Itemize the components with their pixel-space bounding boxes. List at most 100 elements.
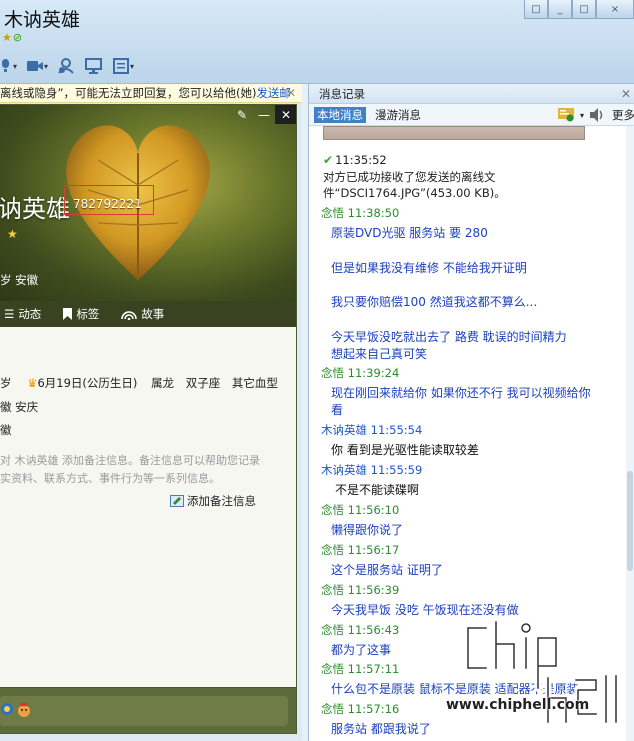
- history-scrollbar[interactable]: [626, 126, 634, 741]
- watermark-url: www.chiphell.com: [446, 697, 590, 713]
- tab-tags-label: 标签: [76, 307, 100, 321]
- message-sender: 念悟 11:56:17: [321, 543, 400, 557]
- tab-story-label: 故事: [141, 307, 165, 321]
- location: 徽 安庆: [0, 400, 39, 414]
- chat-toolbar: ▾ ▾ ▾: [0, 56, 136, 76]
- message-text: 今天我早饭 没吃 午饭现在还没有做: [331, 603, 519, 617]
- minimize-icon[interactable]: —: [253, 105, 275, 124]
- add-person-icon: [58, 58, 74, 74]
- message-sender: 念悟 11:56:10: [321, 503, 400, 517]
- speaker-icon[interactable]: [590, 108, 606, 122]
- profile-pane: 离线或隐身”，可能无法立即回复，您可以给他(她)发送邮 ✕ ✎ — ✕ 讷英雄 …: [0, 84, 302, 741]
- message-text: 这个是服务站 证明了: [331, 563, 443, 577]
- scroll-thumb[interactable]: [627, 471, 633, 571]
- more-button[interactable]: 更多: [612, 107, 634, 123]
- profile-card: ✎ — ✕ 讷英雄 782792221 ★ 岁 安徽 ☰ 动态 标签 故事 岁 …: [0, 104, 297, 734]
- document-button[interactable]: ▾: [111, 56, 136, 76]
- tab-tags[interactable]: 标签: [63, 306, 99, 322]
- chevron-down-icon[interactable]: ▾: [580, 111, 584, 120]
- maximize-button[interactable]: □: [572, 0, 596, 19]
- file-time: 11:35:52: [335, 153, 387, 167]
- add-person-button[interactable]: [56, 56, 77, 76]
- offline-notice-text: 离线或隐身”，可能无法立即回复，您可以给他(她): [0, 86, 257, 100]
- microphone-icon: [2, 59, 9, 72]
- add-note-label: 添加备注信息: [187, 494, 256, 508]
- message-text: 原装DVD光驱 服务站 要 280: [331, 226, 488, 240]
- message-sender: 念悟 11:38:50: [321, 206, 400, 220]
- qq-number[interactable]: 782792221: [64, 185, 154, 215]
- chevron-down-icon[interactable]: ▾: [130, 62, 134, 71]
- tab-local-messages[interactable]: 本地消息: [314, 107, 366, 123]
- age: 岁: [0, 376, 12, 390]
- edit-icon[interactable]: ✎: [231, 105, 253, 124]
- birthday: 6月19日(公历生日): [37, 376, 138, 390]
- document-icon: [113, 58, 130, 74]
- remote-desktop-button[interactable]: [83, 56, 105, 76]
- add-note-button[interactable]: 添加备注信息: [170, 493, 256, 509]
- star-icon: ★: [2, 31, 13, 44]
- message-sender: 木讷英雄 11:55:54: [321, 423, 423, 437]
- offline-notice: 离线或隐身”，可能无法立即回复，您可以给他(她)发送邮 ✕: [0, 84, 302, 103]
- tab-feed-label: 动态: [18, 307, 42, 321]
- history-header: 消息记录 ✕: [309, 84, 634, 104]
- footer-bar: [0, 696, 288, 726]
- message-sender: 念悟 11:56:39: [321, 583, 400, 597]
- message-text: 都为了这事: [331, 643, 392, 657]
- pet-icon[interactable]: [17, 702, 31, 718]
- card-controls: ✎ — ✕: [231, 105, 296, 124]
- check-icon: ✔: [323, 153, 334, 167]
- qq-show-icon[interactable]: [0, 702, 14, 718]
- blood-type: 其它血型: [231, 376, 278, 390]
- message-sender: 念悟 11:56:43: [321, 623, 400, 637]
- tab-story[interactable]: 故事: [121, 306, 164, 322]
- video-icon: [27, 61, 44, 71]
- video-call-button[interactable]: ▾: [25, 56, 50, 76]
- note-edit-icon: [170, 495, 184, 507]
- profile-info: 岁 ♛6月19日(公历生日) 属龙 双子座 其它血型 徽 安庆 徽 对 木讷英雄…: [0, 327, 296, 687]
- message-text: 但是如果我没有维修 不能给我开证明: [331, 261, 527, 275]
- basic-info-row: 岁 ♛6月19日(公历生日) 属龙 双子座 其它血型: [0, 375, 278, 391]
- chiphell-watermark-logo: [464, 618, 620, 726]
- close-icon[interactable]: ✕: [621, 84, 631, 104]
- profile-tabs: ☰ 动态 标签 故事: [0, 301, 296, 327]
- message-manager-icon[interactable]: [557, 108, 574, 122]
- message-text: 想起来自己真可笑: [331, 347, 428, 361]
- message-sender: 念悟 11:39:24: [321, 366, 400, 380]
- footer-icons: [0, 702, 31, 718]
- constellation: 双子座: [185, 376, 221, 390]
- file-transfer-time: ✔ 11:35:52: [323, 153, 387, 167]
- close-button[interactable]: ×: [596, 0, 634, 19]
- message-text: 我只要你赔偿100 然道我这都不算么...: [331, 295, 538, 309]
- tab-feed[interactable]: ☰ 动态: [4, 306, 41, 322]
- qzone-icon: ⊘: [12, 31, 24, 44]
- zodiac-animal: 属龙: [151, 376, 175, 390]
- crown-icon: ♛: [27, 376, 38, 390]
- history-tools: ▾ 更多: [557, 107, 634, 123]
- message-text: 懒得跟你说了: [331, 523, 404, 537]
- chevron-down-icon[interactable]: ▾: [44, 62, 48, 71]
- image-preview[interactable]: [323, 126, 585, 140]
- message-sender: 念悟 11:57:11: [321, 662, 400, 676]
- profile-name: 讷英雄: [0, 195, 70, 223]
- voice-call-button[interactable]: ▾: [0, 56, 19, 76]
- message-text: 你 看到是光驱性能读取较差: [331, 443, 479, 457]
- close-icon[interactable]: ✕: [286, 84, 296, 102]
- profile-footer: [0, 687, 296, 733]
- note-tip: 对 木讷英雄 添加备注信息。备注信息可以帮助您记录 实资料、联系方式、事件行为等…: [0, 452, 260, 488]
- message-text: 不是不能读碟啊: [335, 483, 420, 497]
- window-controls: □ _ □ ×: [524, 0, 634, 19]
- title-bar: 木讷英雄 ★⊘ □ _ □ × ▾ ▾ ▾: [0, 0, 634, 84]
- note-tip-line: 对 木讷英雄 添加备注信息。备注信息可以帮助您记录: [0, 454, 260, 467]
- bookmark-icon: [63, 308, 73, 320]
- message-text: 现在刚回来就给你 如果你还不行 我可以视频给你: [331, 386, 591, 400]
- message-text: 看: [331, 403, 344, 417]
- hometown: 徽: [0, 423, 12, 437]
- chevron-down-icon[interactable]: ▾: [13, 62, 17, 71]
- tab-roaming-messages[interactable]: 漫游消息: [372, 107, 424, 123]
- skin-button[interactable]: □: [524, 0, 548, 19]
- close-icon[interactable]: ✕: [275, 105, 296, 124]
- signal-icon: [121, 310, 138, 320]
- status-icons: ★⊘: [2, 31, 23, 44]
- note-tip-line: 实资料、联系方式、事件行为等一系列信息。: [0, 472, 220, 485]
- minimize-button[interactable]: _: [548, 0, 572, 19]
